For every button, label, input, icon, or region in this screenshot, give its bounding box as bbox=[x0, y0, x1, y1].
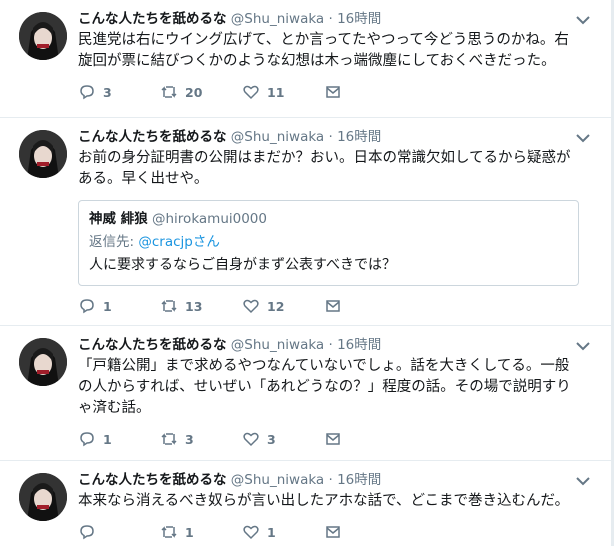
like-button[interactable]: 12 bbox=[242, 297, 324, 315]
dm-button[interactable] bbox=[324, 83, 406, 101]
reply-icon bbox=[80, 85, 94, 100]
display-name[interactable]: こんな人たちを舐めるな bbox=[78, 472, 227, 488]
timestamp[interactable]: 16時間 bbox=[337, 472, 381, 488]
timestamp[interactable]: 16時間 bbox=[337, 129, 381, 145]
user-handle[interactable]: @Shu_niwaka bbox=[231, 129, 324, 145]
reply-count: 1 bbox=[103, 298, 112, 314]
dm-button[interactable] bbox=[324, 297, 406, 315]
like-count: 1 bbox=[267, 524, 276, 540]
dm-button[interactable] bbox=[324, 430, 406, 448]
retweet-icon bbox=[161, 300, 177, 312]
tweet-header: こんな人たちを舐めるな @Shu_niwaka · 16時間 bbox=[78, 10, 599, 28]
retweet-icon bbox=[161, 433, 177, 445]
chevron-down-icon[interactable] bbox=[573, 128, 593, 148]
quoted-tweet[interactable]: 神威 緋狼 @hirokamui0000 返信先: @cracjpさん 人に要求… bbox=[78, 200, 579, 286]
user-handle[interactable]: @Shu_niwaka bbox=[231, 11, 324, 27]
tweet-text: お前の身分証明書の公開はまだか？おい。日本の常識欠如してるから疑惑がある。早く出… bbox=[78, 150, 571, 187]
mail-icon bbox=[326, 86, 340, 98]
retweet-count: 20 bbox=[185, 84, 203, 100]
retweet-button[interactable]: 20 bbox=[160, 83, 242, 101]
reply-button[interactable]: 1 bbox=[78, 430, 160, 448]
tweet-header: こんな人たちを舐めるな @Shu_niwaka · 16時間 bbox=[78, 128, 599, 146]
reply-to-prefix: 返信先: bbox=[89, 234, 139, 250]
reply-to-mention[interactable]: @cracjpさん bbox=[138, 234, 220, 250]
separator-dot: · bbox=[328, 472, 333, 488]
retweet-button[interactable]: 13 bbox=[160, 297, 242, 315]
chevron-down-icon[interactable] bbox=[573, 336, 593, 356]
separator-dot: · bbox=[328, 11, 333, 27]
mail-icon bbox=[326, 526, 340, 538]
quoted-display-name: 神威 緋狼 bbox=[89, 211, 148, 227]
like-count: 3 bbox=[267, 431, 276, 447]
avatar[interactable] bbox=[19, 473, 67, 521]
like-count: 11 bbox=[267, 84, 285, 100]
tweet-header: こんな人たちを舐めるな @Shu_niwaka · 16時間 bbox=[78, 336, 599, 354]
like-button[interactable]: 11 bbox=[242, 83, 324, 101]
retweet-icon bbox=[161, 526, 177, 538]
tweet[interactable]: こんな人たちを舐めるな @Shu_niwaka · 16時間 本来なら消えるべき… bbox=[0, 461, 611, 546]
timeline: こんな人たちを舐めるな @Shu_niwaka · 16時間 民進党は右にウイン… bbox=[0, 0, 612, 546]
reply-icon bbox=[80, 299, 94, 314]
retweet-count: 3 bbox=[185, 431, 194, 447]
heart-icon bbox=[243, 525, 259, 540]
display-name[interactable]: こんな人たちを舐めるな bbox=[78, 129, 227, 145]
quoted-user-handle: @hirokamui0000 bbox=[152, 211, 267, 227]
tweet[interactable]: こんな人たちを舐めるな @Shu_niwaka · 16時間 「戸籍公開」まで求… bbox=[0, 326, 611, 461]
reply-button[interactable]: 3 bbox=[78, 83, 160, 101]
retweet-button[interactable]: 3 bbox=[160, 430, 242, 448]
tweet-actions: 1 3 3 bbox=[78, 419, 599, 459]
reply-count: 1 bbox=[103, 431, 112, 447]
retweet-count: 1 bbox=[185, 524, 194, 540]
user-handle[interactable]: @Shu_niwaka bbox=[231, 472, 324, 488]
retweet-count: 13 bbox=[185, 298, 203, 314]
tweet-actions: 1 13 12 bbox=[78, 286, 599, 326]
separator-dot: · bbox=[328, 129, 333, 145]
quoted-reply-to: 返信先: @cracjpさん bbox=[89, 232, 568, 252]
heart-icon bbox=[243, 85, 259, 100]
tweet-text: 本来なら消えるべき奴らが言い出したアホな話で、どこまで巻き込むんだ。 bbox=[78, 493, 570, 509]
quoted-text: 人に要求するならご自身がまず公表すべきでは？ bbox=[89, 257, 397, 273]
mail-icon bbox=[326, 433, 340, 445]
mail-icon bbox=[326, 300, 340, 312]
display-name[interactable]: こんな人たちを舐めるな bbox=[78, 337, 227, 353]
reply-icon bbox=[80, 525, 94, 540]
retweet-icon bbox=[161, 86, 177, 98]
like-button[interactable]: 1 bbox=[242, 523, 324, 541]
dm-button[interactable] bbox=[324, 523, 406, 541]
user-handle[interactable]: @Shu_niwaka bbox=[231, 337, 324, 353]
timestamp[interactable]: 16時間 bbox=[337, 337, 381, 353]
display-name[interactable]: こんな人たちを舐めるな bbox=[78, 11, 227, 27]
separator-dot: · bbox=[328, 337, 333, 353]
avatar[interactable] bbox=[19, 12, 67, 60]
timestamp[interactable]: 16時間 bbox=[337, 11, 381, 27]
reply-icon bbox=[80, 432, 94, 447]
tweet[interactable]: こんな人たちを舐めるな @Shu_niwaka · 16時間 お前の身分証明書の… bbox=[0, 118, 611, 326]
tweet-text: 民進党は右にウイング広げて、とか言ってたやつって今どう思うのかね。右旋回が票に結… bbox=[78, 32, 569, 69]
tweet[interactable]: こんな人たちを舐めるな @Shu_niwaka · 16時間 民進党は右にウイン… bbox=[0, 0, 611, 118]
tweet-actions: 3 20 11 bbox=[78, 72, 599, 112]
like-button[interactable]: 3 bbox=[242, 430, 324, 448]
reply-button[interactable] bbox=[78, 523, 160, 541]
avatar[interactable] bbox=[19, 338, 67, 386]
chevron-down-icon[interactable] bbox=[573, 471, 593, 491]
reply-count: 3 bbox=[103, 84, 112, 100]
retweet-button[interactable]: 1 bbox=[160, 523, 242, 541]
heart-icon bbox=[243, 432, 259, 447]
heart-icon bbox=[243, 299, 259, 314]
tweet-header: こんな人たちを舐めるな @Shu_niwaka · 16時間 bbox=[78, 471, 599, 489]
chevron-down-icon[interactable] bbox=[573, 10, 593, 30]
tweet-actions: 1 1 bbox=[78, 512, 599, 546]
reply-button[interactable]: 1 bbox=[78, 297, 160, 315]
tweet-text: 「戸籍公開」まで求めるやつなんていないでしょ。話を大きくしてる。一般の人からすれ… bbox=[78, 358, 571, 416]
like-count: 12 bbox=[267, 298, 285, 314]
avatar[interactable] bbox=[19, 130, 67, 178]
